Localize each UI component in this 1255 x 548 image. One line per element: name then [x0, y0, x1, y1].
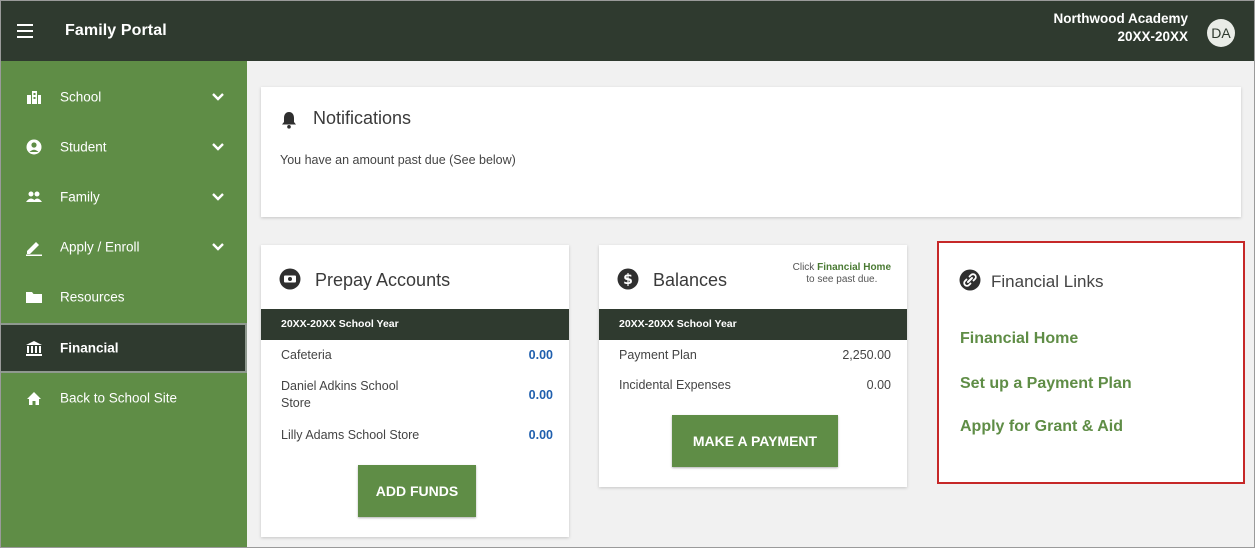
account-amount: 0.00	[528, 348, 553, 362]
financial-links-card: Financial Links Financial Home Set up a …	[937, 241, 1245, 484]
bell-icon	[282, 112, 296, 129]
balance-amount: 2,250.00	[842, 348, 891, 362]
grant-aid-link[interactable]: Apply for Grant & Aid	[960, 418, 1123, 436]
sidebar-item-financial[interactable]: Financial	[1, 323, 247, 373]
balances-hint: Click Financial Home to see past due.	[792, 262, 891, 285]
avatar[interactable]: DA	[1207, 19, 1235, 47]
money-icon	[279, 268, 301, 290]
app-window: Family Portal Northwood Academy 20XX-20X…	[0, 0, 1255, 548]
school-year: 20XX-20XX	[1117, 29, 1188, 44]
financial-home-link[interactable]: Financial Home	[960, 330, 1078, 348]
chevron-down-icon[interactable]	[211, 242, 225, 252]
bank-icon	[25, 339, 43, 357]
notifications-card: Notifications You have an amount past du…	[261, 87, 1241, 217]
sidebar: School Student Family Apply / Enroll Res…	[1, 61, 247, 547]
account-name: Cafeteria	[281, 348, 332, 362]
make-payment-button[interactable]: MAKE A PAYMENT	[672, 415, 838, 467]
sidebar-item-family[interactable]: Family	[1, 172, 247, 222]
chevron-down-icon[interactable]	[211, 142, 225, 152]
balance-amount: 0.00	[866, 378, 891, 392]
sidebar-item-label: School	[60, 89, 102, 105]
account-amount: 0.00	[528, 428, 553, 442]
financial-links-title: Financial Links	[991, 272, 1104, 291]
pencil-icon	[25, 238, 43, 256]
sidebar-item-label: Apply / Enroll	[60, 239, 140, 255]
account-amount: 0.00	[528, 388, 553, 402]
svg-text:$: $	[623, 272, 633, 288]
sidebar-item-label: Back to School Site	[60, 390, 178, 406]
account-name: Lilly Adams School Store	[281, 428, 420, 442]
dollar-icon: $	[617, 268, 639, 290]
notifications-title: Notifications	[313, 108, 412, 128]
user-circle-icon	[25, 138, 43, 156]
school-info[interactable]: Northwood Academy 20XX-20XX	[1053, 10, 1188, 46]
sidebar-item-label: Resources	[60, 289, 125, 305]
home-icon	[25, 389, 43, 407]
account-name: Daniel Adkins School Store	[281, 379, 399, 410]
financial-home-hint-link[interactable]: Financial Home	[817, 262, 891, 273]
sidebar-item-apply-enroll[interactable]: Apply / Enroll	[1, 222, 247, 272]
balances-card: $ Balances Click Financial Home to see p…	[599, 245, 907, 487]
sidebar-item-label: Student	[60, 139, 107, 155]
link-icon	[959, 269, 981, 291]
list-item: Incidental Expenses 0.00	[619, 378, 891, 392]
chevron-down-icon[interactable]	[211, 92, 225, 102]
notifications-message: You have an amount past due (See below)	[280, 153, 516, 167]
add-funds-button[interactable]: ADD FUNDS	[358, 465, 476, 517]
folder-icon	[25, 288, 43, 306]
prepay-accounts-card: Prepay Accounts 20XX-20XX School Year Ca…	[261, 245, 569, 537]
top-bar: Family Portal Northwood Academy 20XX-20X…	[1, 1, 1254, 61]
list-item: Payment Plan 2,250.00	[619, 348, 891, 362]
payment-plan-link[interactable]: Set up a Payment Plan	[960, 375, 1132, 393]
people-icon	[25, 188, 43, 206]
balance-name: Incidental Expenses	[619, 378, 731, 392]
main-content: Notifications You have an amount past du…	[247, 61, 1254, 547]
sidebar-item-label: Family	[60, 189, 100, 205]
sidebar-item-student[interactable]: Student	[1, 122, 247, 172]
building-icon	[25, 88, 43, 106]
portal-title: Family Portal	[65, 22, 167, 39]
menu-icon[interactable]	[17, 24, 33, 38]
sidebar-item-school[interactable]: School	[1, 72, 247, 122]
school-name: Northwood Academy	[1053, 11, 1188, 26]
sidebar-item-resources[interactable]: Resources	[1, 272, 247, 322]
balance-name: Payment Plan	[619, 348, 697, 362]
school-year-bar: 20XX-20XX School Year	[261, 309, 569, 340]
list-item: Cafeteria 0.00	[281, 348, 553, 362]
balances-title: Balances	[653, 270, 728, 290]
list-item: Lilly Adams School Store 0.00	[281, 428, 553, 442]
prepay-title: Prepay Accounts	[315, 270, 451, 290]
list-item: Daniel Adkins School Store 0.00	[281, 378, 553, 412]
sidebar-item-back-to-school-site[interactable]: Back to School Site	[1, 373, 247, 423]
school-year-bar: 20XX-20XX School Year	[599, 309, 907, 340]
chevron-down-icon[interactable]	[211, 192, 225, 202]
sidebar-item-label: Financial	[60, 340, 119, 356]
